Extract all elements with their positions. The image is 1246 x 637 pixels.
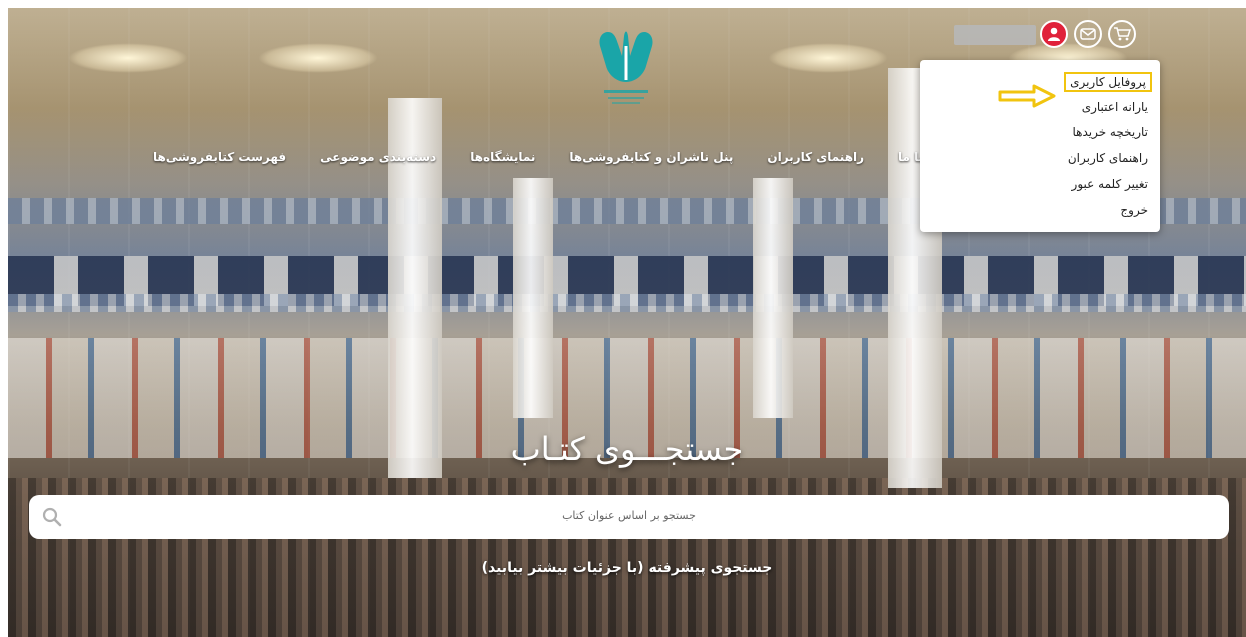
header-user-name-placeholder xyxy=(954,25,1036,45)
chandelier-decoration xyxy=(68,43,188,73)
header-icons xyxy=(1040,20,1136,48)
main-nav: فهرست کتابفروشی‌ها دسته‌بندی موضوعی نمای… xyxy=(153,150,961,164)
nav-publishers-panel[interactable]: پنل ناشران و کتابفروشی‌ها xyxy=(569,150,733,164)
hero-background: فهرست کتابفروشی‌ها دسته‌بندی موضوعی نمای… xyxy=(8,8,1246,637)
chandelier-decoration xyxy=(768,43,888,73)
menu-item-credit-subsidy[interactable]: یارانه اعتباری xyxy=(1082,100,1148,114)
menu-item-change-password[interactable]: تغییر کلمه عبور xyxy=(1072,177,1148,191)
shopping-cart-icon xyxy=(1114,27,1131,41)
user-icon xyxy=(1048,27,1060,41)
book-search-bar[interactable]: جستجو بر اساس عنوان کتاب xyxy=(29,495,1229,539)
decor-band xyxy=(8,294,1246,312)
advanced-search-link[interactable]: جستجوی پیشرفته (با جزئیات بیشتر بیابید) xyxy=(8,560,1246,576)
pillar xyxy=(513,178,553,418)
arrow-right-icon xyxy=(998,84,1056,108)
menu-item-user-guide[interactable]: راهنمای کاربران xyxy=(1068,151,1148,165)
menu-item-purchase-history[interactable]: تاریخچه خریدها xyxy=(1072,125,1148,139)
menu-item-logout[interactable]: خروج xyxy=(1120,203,1148,217)
nav-categories[interactable]: دسته‌بندی موضوعی xyxy=(320,150,436,164)
nav-user-guide[interactable]: راهنمای کاربران xyxy=(767,150,864,164)
nav-bookstores-list[interactable]: فهرست کتابفروشی‌ها xyxy=(153,150,286,164)
pillar xyxy=(753,178,793,418)
messages-button[interactable] xyxy=(1074,20,1102,48)
envelope-icon xyxy=(1080,28,1096,40)
hero-title: جستجـــوی کتـاب xyxy=(510,430,744,468)
chandelier-decoration xyxy=(258,43,378,73)
cart-button[interactable] xyxy=(1108,20,1136,48)
menu-item-user-profile[interactable]: پروفایل کاربری xyxy=(1064,72,1152,92)
search-input[interactable]: جستجو بر اساس عنوان کتاب xyxy=(29,509,1229,522)
user-profile-button[interactable] xyxy=(1040,20,1068,48)
nav-exhibitions[interactable]: نمایشگاه‌ها xyxy=(470,150,535,164)
site-logo[interactable] xyxy=(594,26,658,108)
